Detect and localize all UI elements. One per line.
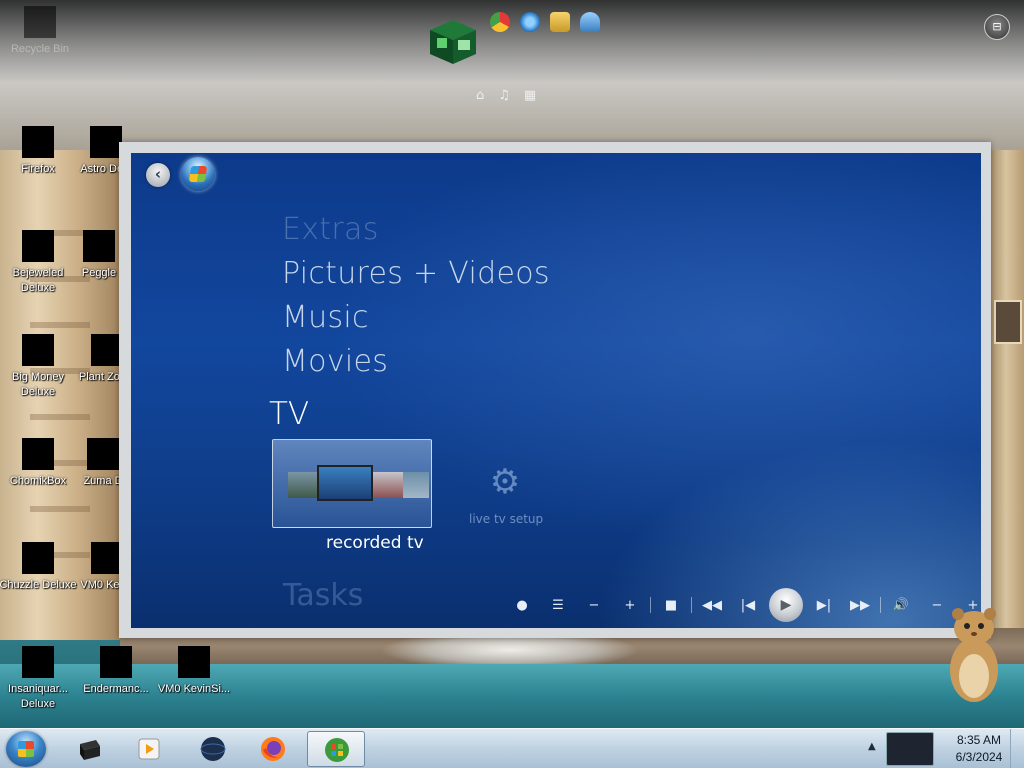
live-tv-setup-label[interactable]: live tv setup [469, 512, 543, 526]
recorded-tv-tile[interactable] [272, 439, 432, 528]
building-right-scenery [988, 150, 1024, 630]
desktop-icon-label: VM0 KevinSi... [157, 683, 231, 695]
media-center-icon [325, 738, 349, 762]
menu-item-extras[interactable]: Extras [282, 208, 550, 252]
tray-app-icon[interactable] [886, 732, 934, 766]
taskbar: ▲ 8:35 AM 6/3/2024 [0, 728, 1024, 768]
firefox-shortcut-icon [22, 126, 54, 158]
divider [650, 597, 651, 613]
channel-down-icon[interactable]: − [576, 598, 612, 613]
hamster-mascot-icon [950, 608, 998, 702]
menu-item-movies[interactable]: Movies [282, 340, 550, 384]
chomikbox-shortcut-icon [22, 438, 54, 470]
insaniquarium-shortcut-icon [22, 646, 54, 678]
play-icon[interactable]: ▶ [769, 588, 803, 622]
dark-globe-icon [200, 737, 226, 761]
show-hidden-icons-icon[interactable]: ▲ [868, 741, 876, 752]
desktop-icon-insaniquarium[interactable]: Insaniquar... Deluxe [0, 646, 78, 712]
dock-sub-icons: ⌂ ♫ ▦ [476, 88, 536, 103]
thumbnail [288, 472, 318, 498]
desktop-icon-label: Endermanc... [83, 683, 149, 695]
thumbnail [403, 472, 429, 498]
taskbar-button-media-center[interactable] [307, 731, 365, 767]
vm-icon [80, 740, 100, 760]
peggle-shortcut-icon [83, 230, 115, 262]
skip-forward-icon[interactable]: ▶| [806, 598, 842, 613]
recycle-bin-icon [24, 6, 56, 38]
desktop-icon-label: Insaniquar... Deluxe [8, 683, 68, 710]
desktop-icon-label: Recycle Bin [10, 43, 70, 55]
skip-back-icon[interactable]: |◀ [730, 598, 766, 613]
menu-item-tasks[interactable]: Tasks [283, 578, 363, 613]
divider [880, 597, 881, 613]
taskbar-button-vm[interactable] [60, 731, 118, 767]
users-icon[interactable] [580, 12, 600, 32]
taskbar-button-dark-globe[interactable] [184, 731, 242, 767]
guide-icon[interactable]: ☰ [540, 598, 576, 613]
home-icon[interactable]: ⌂ [476, 88, 484, 103]
show-desktop-button[interactable] [1010, 729, 1024, 768]
media-player-icon [138, 738, 160, 760]
firefox-icon [261, 737, 285, 761]
dock-lock-icon[interactable]: ⊟ [984, 14, 1010, 40]
start-button-icon[interactable] [6, 731, 46, 767]
media-center-window: ‹ Extras Pictures + Videos Music Movies … [131, 153, 981, 628]
endermanc-shortcut-icon [100, 646, 132, 678]
taskbar-button-media-player[interactable] [120, 731, 178, 767]
zuma-shortcut-icon [87, 438, 119, 470]
thumbnail-selected [317, 465, 373, 501]
thumbnail [373, 472, 403, 498]
rewind-icon[interactable]: ◀◀ [694, 598, 730, 613]
astro-shortcut-icon [90, 126, 122, 158]
record-icon[interactable]: ● [504, 598, 540, 613]
desktop-icon-vm0-kevinsi[interactable]: VM0 KevinSi... [154, 646, 234, 697]
transport-controls: ● ☰ − + ■ ◀◀ |◀ ▶ ▶| ▶▶ 🔊 − + [504, 588, 981, 622]
back-arrow-icon[interactable]: ‹ [146, 163, 170, 187]
recorded-tv-label: recorded tv [326, 533, 424, 553]
stop-icon[interactable]: ■ [653, 598, 689, 613]
system-tray: ▲ 8:35 AM 6/3/2024 [864, 729, 1024, 768]
vm0-shortcut-icon [178, 646, 210, 678]
bejeweled-shortcut-icon [22, 230, 54, 262]
ie-icon[interactable] [520, 12, 540, 32]
video-icon[interactable]: ▦ [524, 88, 536, 103]
fast-forward-icon[interactable]: ▶▶ [842, 598, 878, 613]
main-menu: Extras Pictures + Videos Music Movies [282, 208, 550, 384]
music-icon[interactable]: ♫ [498, 88, 510, 103]
gear-icon[interactable]: ⚙ [488, 465, 522, 499]
media-center-start-orb-icon[interactable] [181, 157, 215, 191]
menu-item-music[interactable]: Music [282, 296, 550, 340]
chuzzle-shortcut-icon [22, 542, 54, 574]
chrome-icon[interactable] [490, 12, 510, 32]
big-money-shortcut-icon [22, 334, 54, 366]
dock-quick-icons [490, 12, 600, 32]
taskbar-button-firefox[interactable] [244, 731, 302, 767]
folder-icon[interactable] [550, 12, 570, 32]
vm-cube-logo-icon [430, 20, 476, 64]
menu-item-pictures-videos[interactable]: Pictures + Videos [282, 252, 550, 296]
desktop-icon-endermanc[interactable]: Endermanc... [76, 646, 156, 697]
mute-icon[interactable]: 🔊 [883, 598, 919, 613]
channel-up-icon[interactable]: + [612, 598, 648, 613]
top-dock: ⌂ ♫ ▦ ⊟ [0, 0, 1024, 150]
desktop-icon-recycle-bin[interactable]: Recycle Bin [0, 6, 80, 57]
divider [691, 597, 692, 613]
menu-item-tv-selected[interactable]: TV [269, 396, 309, 432]
